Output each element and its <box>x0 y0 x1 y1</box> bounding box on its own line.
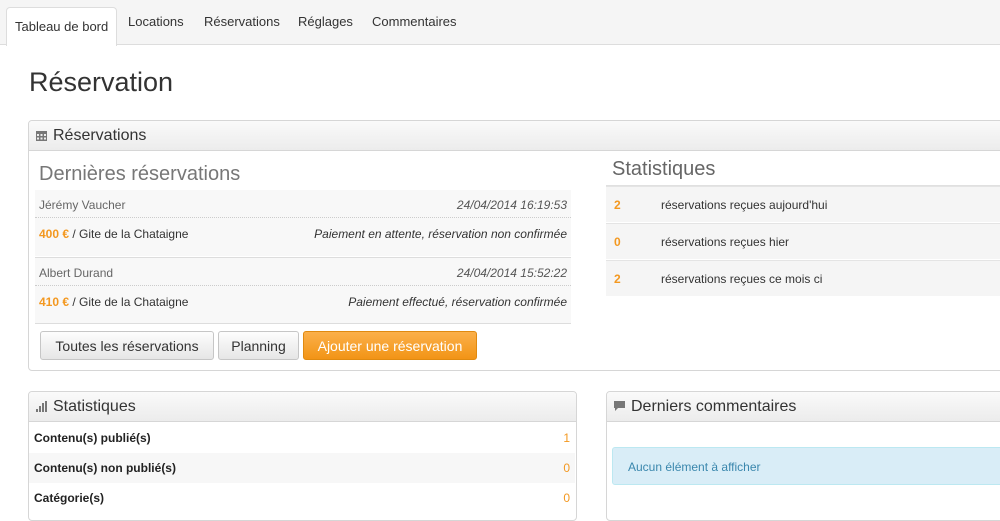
stat-key: Contenu(s) non publié(s) <box>34 461 176 475</box>
stat-row: 0 réservations reçues hier <box>606 223 1000 259</box>
stat-row: 2 réservations reçues ce mois ci <box>606 260 1000 296</box>
stat-value: 1 <box>563 431 570 445</box>
all-reservations-button[interactable]: Toutes les réservations <box>40 331 214 360</box>
stat-label: réservations reçues hier <box>661 235 790 249</box>
stat-row: 2 réservations reçues aujourd'hui <box>606 186 1000 222</box>
empty-message-box: Aucun élément à afficher <box>612 447 1000 485</box>
add-reservation-button[interactable]: Ajouter une réservation <box>303 331 477 360</box>
stat-count: 0 <box>614 235 621 249</box>
reservation-name: Jérémy Vaucher <box>39 198 126 212</box>
comments-panel-header: Derniers commentaires <box>607 392 1000 422</box>
stat-key: Catégorie(s) <box>34 491 105 505</box>
stat-value: 0 <box>563 491 570 505</box>
statistics-panel-header: Statistiques <box>29 392 576 422</box>
tab-reservations[interactable]: Réservations <box>204 14 280 29</box>
statistics-panel-title: Statistiques <box>53 398 136 415</box>
bar-chart-icon <box>36 401 47 412</box>
empty-message: Aucun élément à afficher <box>628 460 761 474</box>
reservation-date: 24/04/2014 15:52:22 <box>456 266 567 280</box>
reservation-name: Albert Durand <box>39 266 114 280</box>
stat-row: Contenu(s) publié(s) 1 <box>29 423 575 453</box>
stat-value: 0 <box>563 461 570 475</box>
comments-panel-title: Derniers commentaires <box>631 398 797 415</box>
reservation-item[interactable]: Jérémy Vaucher 24/04/2014 16:19:53 400 €… <box>35 190 571 256</box>
reservation-price: 410 € / Gite de la Chataigne <box>39 295 188 309</box>
reservations-panel: Réservations Dernières réservations Jéré… <box>28 120 1000 371</box>
comment-icon <box>614 401 625 411</box>
page-title: Réservation <box>29 67 174 97</box>
tab-dashboard[interactable]: Tableau de bord <box>6 7 118 46</box>
reservation-stats-title: Statistiques <box>612 158 716 180</box>
reservation-amount: 410 € <box>39 295 70 309</box>
reservations-panel-title: Réservations <box>53 127 147 144</box>
reservation-item[interactable]: Albert Durand 24/04/2014 15:52:22 410 € … <box>35 257 571 324</box>
stat-label: réservations reçues aujourd'hui <box>661 198 828 212</box>
reservations-panel-header: Réservations <box>29 121 1000 151</box>
tab-bar: Tableau de bord Locations Réservations R… <box>0 0 1000 46</box>
stat-row: Catégorie(s) 0 <box>29 483 575 513</box>
stat-count: 2 <box>614 198 621 212</box>
tab-comments[interactable]: Commentaires <box>372 14 457 29</box>
reservation-date: 24/04/2014 16:19:53 <box>456 198 567 212</box>
stat-key: Contenu(s) publié(s) <box>34 431 151 445</box>
latest-reservations-title: Dernières réservations <box>39 163 241 185</box>
stat-label: réservations reçues ce mois ci <box>661 272 823 286</box>
stat-count: 2 <box>614 272 621 286</box>
tab-locations[interactable]: Locations <box>128 14 184 29</box>
tab-settings[interactable]: Réglages <box>298 14 353 29</box>
statistics-panel: Statistiques Contenu(s) publié(s) 1 Cont… <box>28 391 577 521</box>
reservation-status: Paiement en attente, réservation non con… <box>314 227 567 241</box>
calendar-icon <box>36 131 47 141</box>
reservation-amount: 400 € <box>39 227 70 241</box>
reservation-status: Paiement effectué, réservation confirmée <box>348 295 567 309</box>
planning-button[interactable]: Planning <box>218 331 299 360</box>
reservation-place: / Gite de la Chataigne <box>69 227 189 241</box>
reservation-price: 400 € / Gite de la Chataigne <box>39 227 188 241</box>
stat-row: Contenu(s) non publié(s) 0 <box>29 453 575 483</box>
reservation-place: / Gite de la Chataigne <box>69 295 189 309</box>
comments-panel: Derniers commentaires Aucun élément à af… <box>606 391 1000 521</box>
